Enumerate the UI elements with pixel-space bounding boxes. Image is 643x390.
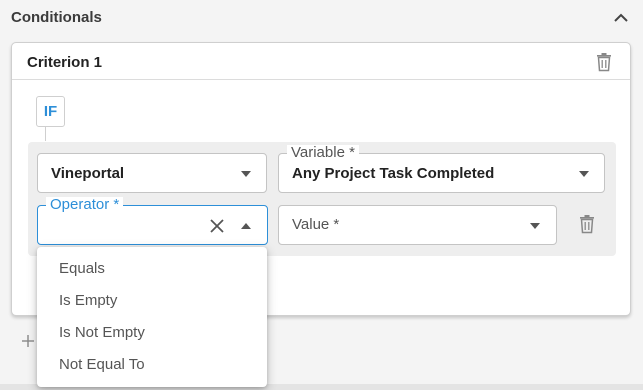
delete-criterion-trash-icon[interactable] [595,52,613,72]
plus-icon[interactable] [21,334,35,348]
operator-label: Operator * [46,197,124,213]
close-icon[interactable] [209,218,225,234]
value-select[interactable]: Value * [278,205,557,245]
chevron-up-icon[interactable] [241,223,251,229]
if-badge: IF [36,96,65,127]
source-select[interactable]: Vineportal [37,153,267,193]
menu-item-equals[interactable]: Equals [37,252,267,284]
value-placeholder: Value * [292,216,340,233]
source-select-value: Vineportal [51,165,125,182]
section-title: Conditionals [11,9,102,26]
chevron-down-icon [579,171,589,177]
criterion-header: Criterion 1 [12,43,630,80]
operator-options-menu: Equals Is Empty Is Not Empty Not Equal T… [37,247,267,387]
variable-label: Variable * [287,145,359,161]
if-connector-line [45,127,46,141]
menu-item-not-equal-to[interactable]: Not Equal To [37,348,267,380]
delete-rule-trash-icon[interactable] [578,214,596,234]
variable-select-value: Any Project Task Completed [292,165,495,182]
menu-item-is-not-empty[interactable]: Is Not Empty [37,316,267,348]
variable-select[interactable]: Variable * Any Project Task Completed [278,145,605,193]
operator-select[interactable]: Operator * [37,197,268,245]
chevron-down-icon [530,223,540,229]
menu-item-is-empty[interactable]: Is Empty [37,284,267,316]
chevron-up-icon[interactable] [613,10,629,22]
criterion-title: Criterion 1 [27,54,103,71]
chevron-down-icon [241,171,251,177]
